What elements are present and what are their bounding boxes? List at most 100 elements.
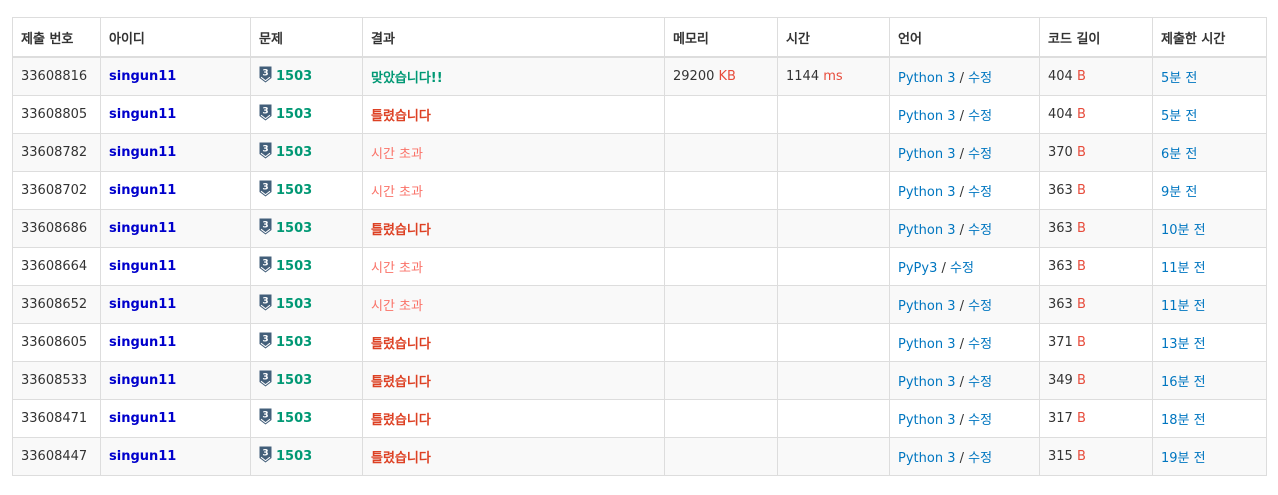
tier-badge-icon: 3: [259, 104, 272, 125]
user-id-cell: singun11: [100, 247, 251, 286]
edit-link[interactable]: 수정: [968, 375, 992, 390]
edit-link[interactable]: 수정: [968, 299, 992, 314]
edit-link[interactable]: 수정: [968, 223, 992, 238]
code-length-unit: B: [1076, 107, 1086, 122]
submitted-time-link[interactable]: 19분 전: [1161, 451, 1206, 466]
language-separator: /: [959, 147, 964, 162]
submitted-time-link[interactable]: 9분 전: [1161, 185, 1197, 200]
edit-link[interactable]: 수정: [968, 147, 992, 162]
submitted-time-link[interactable]: 10분 전: [1161, 223, 1206, 238]
table-header-row: 제출 번호 아이디 문제 결과 메모리 시간 언어 코드 길이 제출한 시간: [12, 17, 1267, 58]
edit-link[interactable]: 수정: [968, 337, 992, 352]
language-link[interactable]: Python 3: [898, 147, 955, 162]
language-link[interactable]: Python 3: [898, 299, 955, 314]
result-cell: 틀렸습니다: [362, 95, 665, 134]
user-link[interactable]: singun11: [109, 373, 176, 388]
user-link[interactable]: singun11: [109, 259, 176, 274]
language-link[interactable]: Python 3: [898, 413, 955, 428]
status-table-container: 제출 번호 아이디 문제 결과 메모리 시간 언어 코드 길이 제출한 시간 3…: [12, 17, 1267, 476]
edit-link[interactable]: 수정: [968, 71, 992, 86]
submitted-time-cell: 19분 전: [1152, 437, 1267, 476]
problem-cell: 3 1503: [250, 285, 363, 324]
language-separator: /: [959, 375, 964, 390]
submitted-time-cell: 10분 전: [1152, 209, 1267, 248]
edit-link[interactable]: 수정: [950, 261, 974, 276]
language-separator: /: [959, 185, 964, 200]
user-link[interactable]: singun11: [109, 449, 176, 464]
edit-link[interactable]: 수정: [968, 451, 992, 466]
memory-cell: [664, 95, 778, 134]
problem-link[interactable]: 1503: [276, 297, 312, 312]
result-cell: 틀렸습니다: [362, 209, 665, 248]
user-link[interactable]: singun11: [109, 69, 176, 84]
problem-link[interactable]: 1503: [276, 411, 312, 426]
problem-link[interactable]: 1503: [276, 107, 312, 122]
problem-link[interactable]: 1503: [276, 373, 312, 388]
user-link[interactable]: singun11: [109, 411, 176, 426]
user-link[interactable]: singun11: [109, 107, 176, 122]
header-submitted-time: 제출한 시간: [1152, 17, 1267, 58]
code-length-value: 317: [1048, 411, 1073, 426]
code-length-value: 363: [1048, 183, 1073, 198]
problem-link[interactable]: 1503: [276, 221, 312, 236]
submitted-time-link[interactable]: 11분 전: [1161, 261, 1206, 276]
submitted-time-link[interactable]: 18분 전: [1161, 413, 1206, 428]
edit-link[interactable]: 수정: [968, 185, 992, 200]
tier-badge-icon: 3: [259, 218, 272, 239]
memory-cell: [664, 171, 778, 210]
submission-id: 33608702: [12, 171, 101, 210]
problem-link[interactable]: 1503: [276, 449, 312, 464]
user-link[interactable]: singun11: [109, 145, 176, 160]
language-link[interactable]: Python 3: [898, 451, 955, 466]
language-link[interactable]: Python 3: [898, 71, 955, 86]
submitted-time-link[interactable]: 5분 전: [1161, 109, 1197, 124]
language-separator: /: [959, 451, 964, 466]
user-link[interactable]: singun11: [109, 221, 176, 236]
language-link[interactable]: Python 3: [898, 109, 955, 124]
submitted-time-cell: 9분 전: [1152, 171, 1267, 210]
result-cell: 시간 초과: [362, 133, 665, 172]
problem-cell: 3 1503: [250, 361, 363, 400]
table-row: 33608686 singun11 3 1503 틀렸습니다 Python 3 …: [12, 209, 1267, 248]
header-time: 시간: [777, 17, 890, 58]
user-link[interactable]: singun11: [109, 183, 176, 198]
user-id-cell: singun11: [100, 361, 251, 400]
problem-link[interactable]: 1503: [276, 335, 312, 350]
language-link[interactable]: Python 3: [898, 223, 955, 238]
problem-link[interactable]: 1503: [276, 69, 312, 84]
code-length-cell: 349 B: [1039, 361, 1153, 400]
result-text: 틀렸습니다: [371, 109, 431, 124]
language-link[interactable]: PyPy3: [898, 261, 937, 276]
problem-link[interactable]: 1503: [276, 259, 312, 274]
time-cell: [777, 285, 890, 324]
time-cell: [777, 209, 890, 248]
submitted-time-link[interactable]: 5분 전: [1161, 71, 1197, 86]
submitted-time-link[interactable]: 6분 전: [1161, 147, 1197, 162]
language-link[interactable]: Python 3: [898, 185, 955, 200]
language-link[interactable]: Python 3: [898, 337, 955, 352]
language-cell: Python 3 / 수정: [889, 323, 1040, 362]
svg-text:3: 3: [262, 221, 268, 231]
user-link[interactable]: singun11: [109, 335, 176, 350]
language-link[interactable]: Python 3: [898, 375, 955, 390]
code-length-cell: 363 B: [1039, 285, 1153, 324]
edit-link[interactable]: 수정: [968, 413, 992, 428]
submission-id: 33608782: [12, 133, 101, 172]
code-length-value: 363: [1048, 297, 1073, 312]
submitted-time-link[interactable]: 13분 전: [1161, 337, 1206, 352]
problem-link[interactable]: 1503: [276, 183, 312, 198]
language-cell: Python 3 / 수정: [889, 133, 1040, 172]
svg-text:3: 3: [262, 183, 268, 193]
submitted-time-link[interactable]: 16분 전: [1161, 375, 1206, 390]
language-cell: Python 3 / 수정: [889, 209, 1040, 248]
tier-badge-icon: 3: [259, 408, 272, 429]
result-text: 틀렸습니다: [371, 375, 431, 390]
submitted-time-link[interactable]: 11분 전: [1161, 299, 1206, 314]
table-row: 33608652 singun11 3 1503 시간 초과 Python 3 …: [12, 285, 1267, 324]
result-text: 틀렸습니다: [371, 337, 431, 352]
code-length-unit: B: [1076, 297, 1086, 312]
problem-link[interactable]: 1503: [276, 145, 312, 160]
user-link[interactable]: singun11: [109, 297, 176, 312]
time-cell: [777, 437, 890, 476]
edit-link[interactable]: 수정: [968, 109, 992, 124]
